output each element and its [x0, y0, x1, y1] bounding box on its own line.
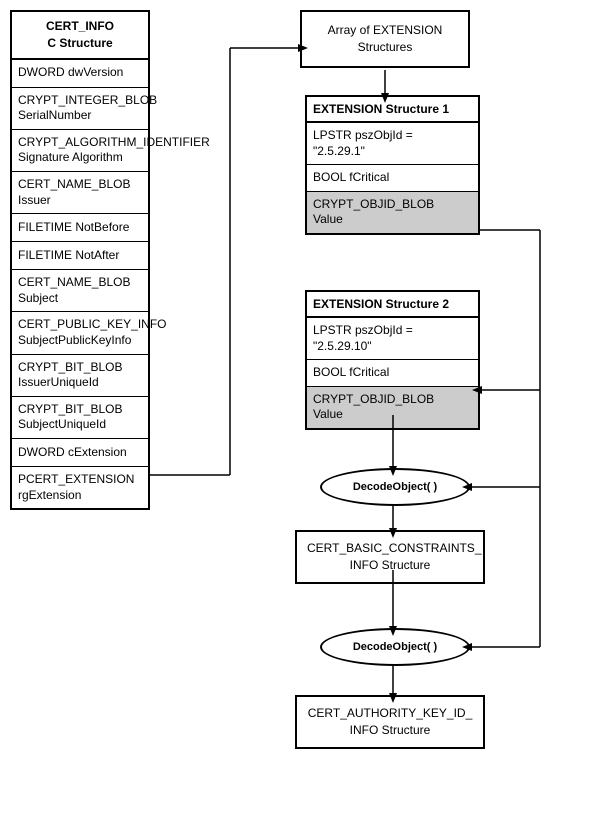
- cert-row-3: CERT_NAME_BLOB Issuer: [12, 172, 148, 214]
- cert-info-box: CERT_INFO C Structure DWORD dwVersion CR…: [10, 10, 150, 510]
- cert-row-6: CERT_NAME_BLOB Subject: [12, 270, 148, 312]
- cert-row-5: FILETIME NotAfter: [12, 242, 148, 270]
- decode-object-2: DecodeObject( ): [320, 628, 470, 666]
- ext-struct-1-header: EXTENSION Structure 1: [307, 97, 478, 123]
- cert-row-1: CRYPT_INTEGER_BLOBSerialNumber: [12, 88, 148, 130]
- decode-object-1: DecodeObject( ): [320, 468, 470, 506]
- diagram-container: CERT_INFO C Structure DWORD dwVersion CR…: [0, 0, 615, 817]
- ext-struct-2-row1: LPSTR pszObjId ="2.5.29.10": [307, 318, 478, 360]
- cert-row-7: CERT_PUBLIC_KEY_INFOSubjectPublicKeyInfo: [12, 312, 148, 354]
- cert-row-11: PCERT_EXTENSION rgExtension: [12, 467, 148, 508]
- ext-struct-1-row1: LPSTR pszObjId ="2.5.29.1": [307, 123, 478, 165]
- ext-struct-1-row3: CRYPT_OBJID_BLOBValue: [307, 192, 478, 233]
- cert-row-4: FILETIME NotBefore: [12, 214, 148, 242]
- ext-struct-2-row3: CRYPT_OBJID_BLOBValue: [307, 387, 478, 428]
- ext-struct-2-row2: BOOL fCritical: [307, 360, 478, 387]
- cert-row-0: DWORD dwVersion: [12, 60, 148, 88]
- cert-info-header: CERT_INFO C Structure: [12, 12, 148, 60]
- ext-struct-2-box: EXTENSION Structure 2 LPSTR pszObjId ="2…: [305, 290, 480, 430]
- ext-struct-2-header: EXTENSION Structure 2: [307, 292, 478, 318]
- ext-struct-1-box: EXTENSION Structure 1 LPSTR pszObjId ="2…: [305, 95, 480, 235]
- cert-row-2: CRYPT_ALGORITHM_IDENTIFIERSignature Algo…: [12, 130, 148, 172]
- array-ext-box: Array of EXTENSION Structures: [300, 10, 470, 68]
- ext-struct-1-row2: BOOL fCritical: [307, 165, 478, 192]
- cert-authority-box: CERT_AUTHORITY_KEY_ID_INFO Structure: [295, 695, 485, 749]
- cert-row-9: CRYPT_BIT_BLOBSubjectUniqueId: [12, 397, 148, 439]
- cert-row-10: DWORD cExtension: [12, 439, 148, 467]
- cert-row-8: CRYPT_BIT_BLOB IssuerUniqueId: [12, 355, 148, 397]
- cert-basic-box: CERT_BASIC_CONSTRAINTS_INFO Structure: [295, 530, 485, 584]
